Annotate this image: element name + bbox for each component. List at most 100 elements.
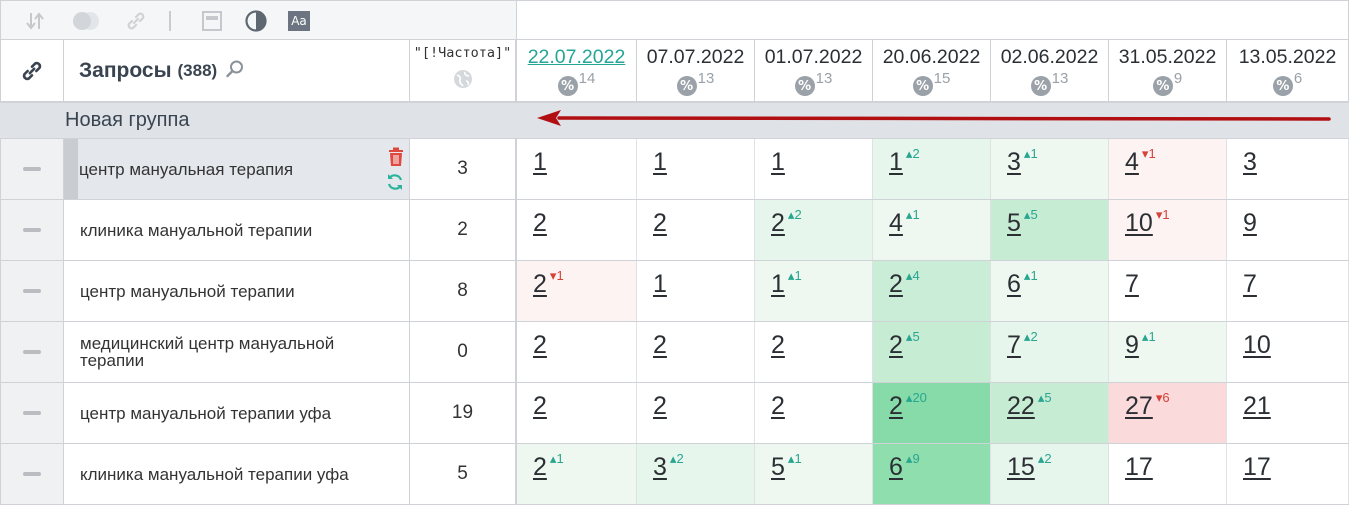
position-number[interactable]: 4 [1125, 148, 1139, 176]
position-number[interactable]: 3 [1243, 148, 1257, 176]
query-cell[interactable]: клиника мануальной терапии [64, 200, 410, 260]
position-number[interactable]: 22 [1007, 392, 1035, 420]
position-cell[interactable]: 1 ▴2 [873, 139, 991, 199]
position-cell[interactable]: 9 [1227, 200, 1349, 260]
percent-icon[interactable]: % [912, 76, 933, 96]
date-column-header[interactable]: 01.07.2022% 13 [755, 40, 873, 103]
percent-icon[interactable]: % [794, 76, 815, 96]
position-value[interactable]: 5 ▴1 [771, 451, 802, 482]
position-number[interactable]: 6 [1007, 270, 1021, 298]
refresh-icon[interactable] [385, 172, 405, 196]
position-cell[interactable]: 22 ▴5 [991, 383, 1109, 443]
position-cell[interactable]: 2 ▴2 [755, 200, 873, 260]
position-value[interactable]: 10 ▾1 [1125, 207, 1170, 238]
position-cell[interactable]: 2 [637, 322, 755, 382]
position-value[interactable]: 2 [533, 331, 547, 360]
position-number[interactable]: 27 [1125, 392, 1153, 420]
position-value[interactable]: 3 [1243, 148, 1257, 177]
position-number[interactable]: 2 [889, 270, 903, 298]
window-icon[interactable] [200, 9, 224, 33]
position-cell[interactable]: 2 [517, 322, 637, 382]
position-number[interactable]: 2 [653, 209, 667, 237]
position-cell[interactable]: 5 ▴5 [991, 200, 1109, 260]
position-value[interactable]: 27 ▾6 [1125, 390, 1170, 421]
position-value[interactable]: 2 ▴20 [889, 390, 927, 421]
position-number[interactable]: 2 [889, 392, 903, 420]
position-number[interactable]: 3 [653, 453, 667, 481]
position-number[interactable]: 2 [533, 331, 547, 359]
position-value[interactable]: 3 ▴1 [1007, 146, 1038, 177]
date-label[interactable]: 20.06.2022 [873, 46, 990, 69]
query-cell[interactable]: клиника мануальной терапии уфа [64, 444, 410, 504]
position-number[interactable]: 5 [1007, 209, 1021, 237]
position-cell[interactable]: 2 ▴5 [873, 322, 991, 382]
position-cell[interactable]: 2 [755, 322, 873, 382]
position-number[interactable]: 2 [533, 209, 547, 237]
position-number[interactable]: 2 [771, 392, 785, 420]
position-value[interactable]: 4 ▾1 [1125, 146, 1156, 177]
position-value[interactable]: 1 [653, 270, 667, 299]
position-cell[interactable]: 1 ▴1 [755, 261, 873, 321]
position-cell[interactable]: 2 [637, 200, 755, 260]
position-cell[interactable]: 7 ▴2 [991, 322, 1109, 382]
position-value[interactable]: 2 ▴1 [533, 451, 564, 482]
position-value[interactable]: 6 ▴9 [889, 451, 920, 482]
position-number[interactable]: 2 [653, 331, 667, 359]
table-row[interactable]: клиника мануальной терапии уфа 5 2 ▴1 3 ▴2 5 ▴1… [0, 444, 1349, 505]
position-value[interactable]: 21 [1243, 392, 1271, 421]
query-cell[interactable]: медицинский центр мануальной терапии [64, 322, 410, 382]
position-cell[interactable]: 2 [637, 383, 755, 443]
position-cell[interactable]: 3 ▴2 [637, 444, 755, 504]
row-handle[interactable] [0, 383, 64, 443]
position-number[interactable]: 9 [1125, 331, 1139, 359]
position-number[interactable]: 4 [889, 209, 903, 237]
position-number[interactable]: 1 [653, 270, 667, 298]
position-value[interactable]: 22 ▴5 [1007, 390, 1052, 421]
position-cell[interactable]: 2 [755, 383, 873, 443]
percent-icon[interactable]: % [676, 76, 697, 96]
position-cell[interactable]: 3 ▴1 [991, 139, 1109, 199]
position-value[interactable]: 2 [771, 331, 785, 360]
position-value[interactable]: 17 [1243, 453, 1271, 482]
date-column-header[interactable]: 02.06.2022% 13 [991, 40, 1109, 103]
date-column-header[interactable]: 13.05.2022% 6 [1227, 40, 1349, 103]
row-handle[interactable] [0, 322, 64, 382]
sort-icon[interactable] [23, 9, 47, 33]
position-number[interactable]: 7 [1125, 270, 1139, 298]
table-row[interactable]: центр мануальной терапии 8 2 ▾1 1 1 ▴1 2 ▴4 6 ▴1 7 7 [0, 261, 1349, 322]
date-label[interactable]: 22.07.2022 [517, 46, 636, 69]
query-cell[interactable]: центр мануальной терапии уфа [64, 383, 410, 443]
position-cell[interactable]: 10 ▾1 [1109, 200, 1227, 260]
position-number[interactable]: 1 [653, 148, 667, 176]
table-row[interactable]: медицинский центр мануальной терапии 0 2 2 2… [0, 322, 1349, 383]
position-cell[interactable]: 2 ▴20 [873, 383, 991, 443]
position-value[interactable]: 17 [1125, 453, 1153, 482]
position-cell[interactable]: 17 [1109, 444, 1227, 504]
position-number[interactable]: 2 [653, 392, 667, 420]
date-column-header[interactable]: 31.05.2022% 9 [1109, 40, 1227, 103]
date-label[interactable]: 07.07.2022 [637, 46, 754, 69]
position-value[interactable]: 9 ▴1 [1125, 329, 1156, 360]
position-value[interactable]: 7 [1243, 270, 1257, 299]
position-cell[interactable]: 2 [517, 383, 637, 443]
position-number[interactable]: 2 [771, 209, 785, 237]
date-column-header[interactable]: 22.07.2022% 14 [517, 40, 637, 103]
position-cell[interactable]: 6 ▴1 [991, 261, 1109, 321]
table-row[interactable]: центр мануальная терапия 3 1 1 1 1 ▴2 3 ▴1 4 ▾1 3 [0, 139, 1349, 200]
position-value[interactable]: 9 [1243, 209, 1257, 238]
position-value[interactable]: 7 ▴2 [1007, 329, 1038, 360]
position-cell[interactable]: 1 [637, 261, 755, 321]
position-cell[interactable]: 1 [637, 139, 755, 199]
position-number[interactable]: 1 [533, 148, 547, 176]
position-value[interactable]: 5 ▴5 [1007, 207, 1038, 238]
position-number[interactable]: 2 [771, 331, 785, 359]
row-handle[interactable] [0, 261, 64, 321]
trash-icon[interactable] [387, 147, 405, 171]
position-number[interactable]: 2 [533, 392, 547, 420]
font-icon[interactable]: Aa [287, 9, 311, 33]
position-cell[interactable]: 3 [1227, 139, 1349, 199]
position-cell[interactable]: 4 ▴1 [873, 200, 991, 260]
date-label[interactable]: 02.06.2022 [991, 46, 1108, 69]
position-value[interactable]: 2 [653, 392, 667, 421]
position-number[interactable]: 17 [1243, 453, 1271, 481]
